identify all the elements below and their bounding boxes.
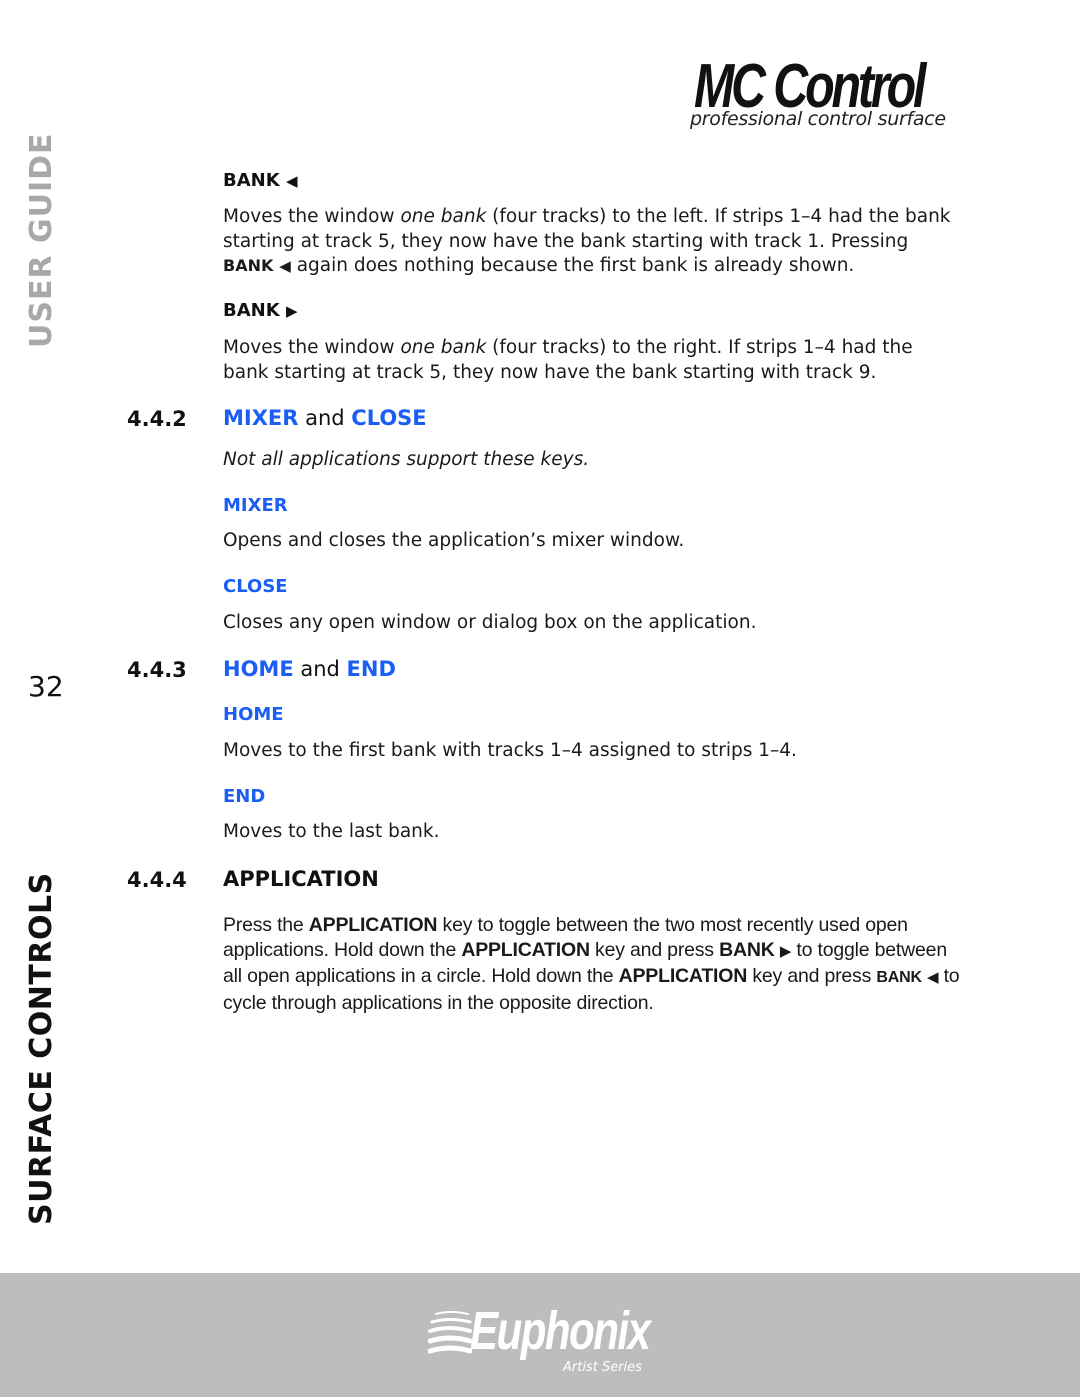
emphasis: one bank: [400, 206, 487, 227]
text: Moves the window: [223, 337, 401, 358]
sidebar-user-guide-label: USER GUIDE: [24, 132, 59, 348]
emphasis: one bank: [400, 337, 487, 358]
application-description: Press the APPLICATION key to toggle betw…: [223, 913, 963, 1015]
home-heading: HOME: [223, 704, 284, 725]
triangle-left-icon: ◀: [927, 969, 939, 986]
key-name: BANK: [223, 256, 274, 275]
mixer-description: Opens and closes the application’s mixer…: [223, 530, 685, 551]
triangle-right-icon: ▶: [779, 942, 792, 960]
key-name: BANK: [876, 969, 922, 986]
text: Moves the window: [223, 206, 401, 227]
bank-right-label: BANK: [223, 300, 280, 321]
section-title-444: APPLICATION: [223, 867, 379, 891]
bank-left-heading: BANK ◀: [223, 170, 298, 191]
text: key and press: [747, 965, 877, 987]
artist-series-label: Artist Series: [563, 1360, 642, 1375]
section-note: Not all applications support these keys.: [223, 448, 963, 473]
key-name: BANK: [719, 938, 775, 961]
euphonix-waves-icon: [428, 1311, 472, 1354]
section-number-443: 4.4.3: [127, 658, 187, 682]
text: Press the: [223, 914, 309, 936]
key-name: APPLICATION: [618, 965, 748, 987]
section-number-444: 4.4.4: [127, 868, 187, 892]
home-description: Moves to the first bank with tracks 1–4 …: [223, 740, 797, 761]
title-and: and: [293, 657, 347, 681]
triangle-left-icon: ◀: [285, 172, 298, 190]
note-text: Not all applications support these keys.: [223, 449, 590, 470]
title-close: CLOSE: [351, 406, 427, 430]
section-title-443: HOME and END: [223, 657, 396, 681]
close-heading: CLOSE: [223, 576, 288, 597]
title-mixer: MIXER: [223, 406, 299, 430]
title-end: END: [346, 657, 396, 681]
bank-left-label: BANK: [223, 170, 280, 191]
page-number: 32: [28, 670, 64, 703]
text: key and press: [589, 938, 720, 961]
mixer-heading: MIXER: [223, 495, 288, 516]
title-and: and: [298, 406, 352, 430]
triangle-left-icon: ◀: [279, 257, 291, 275]
key-name: APPLICATION: [308, 914, 438, 936]
key-name: APPLICATION: [461, 938, 590, 961]
sidebar-section-label: SURFACE CONTROLS: [24, 872, 59, 1225]
section-number-442: 4.4.2: [127, 407, 187, 431]
close-description: Closes any open window or dialog box on …: [223, 612, 757, 633]
end-description: Moves to the last bank.: [223, 821, 440, 842]
triangle-right-icon: ▶: [285, 302, 298, 320]
title-home: HOME: [223, 657, 294, 681]
text: again does nothing because the first ban…: [290, 255, 855, 276]
euphonix-logo: Euphonix: [470, 1301, 651, 1361]
bank-right-description: Moves the window one bank (four tracks) …: [223, 336, 963, 385]
bank-left-description: Moves the window one bank (four tracks) …: [223, 205, 963, 279]
title-application: APPLICATION: [223, 867, 379, 891]
end-heading: END: [223, 786, 266, 807]
logo-subtitle: professional control surface: [690, 108, 946, 130]
bank-right-heading: BANK ▶: [223, 300, 298, 321]
section-title-442: MIXER and CLOSE: [223, 406, 427, 430]
